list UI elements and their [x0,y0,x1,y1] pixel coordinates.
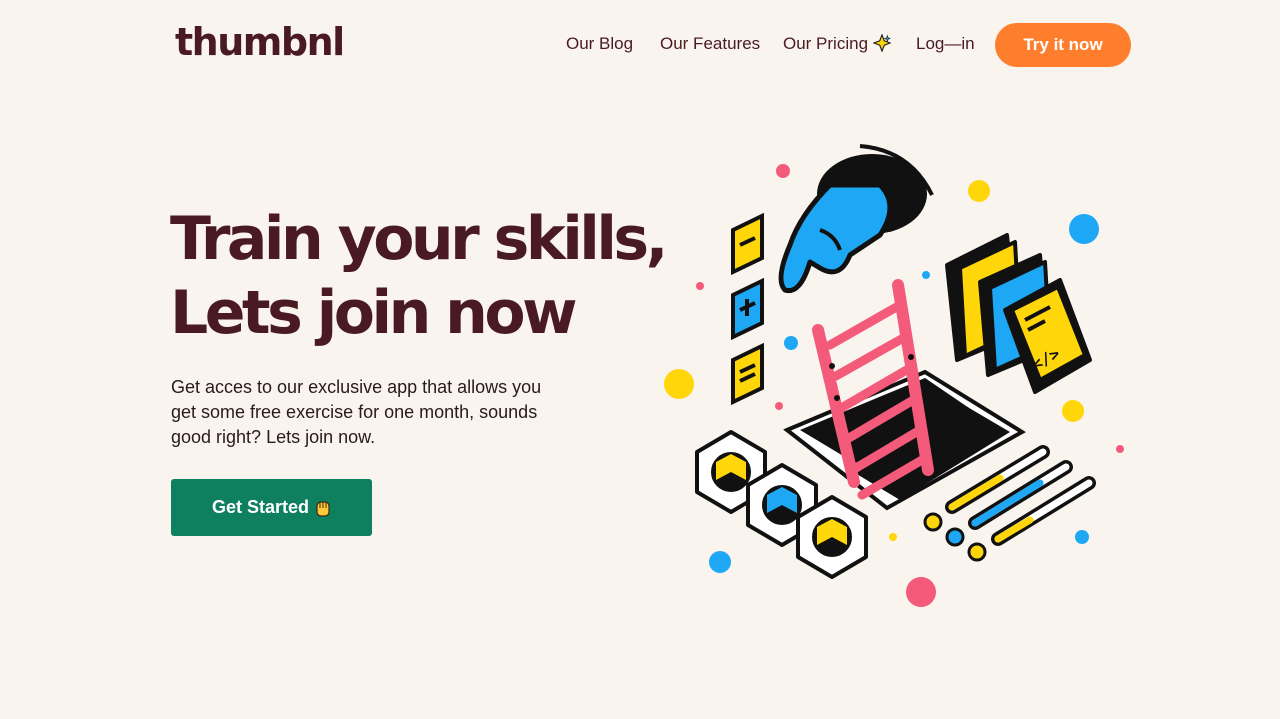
get-started-label: Get Started [211,497,310,517]
hand-icon [316,500,330,517]
hero-headline-line1: Train your skills, [170,204,668,274]
calculator-keys-icon [731,212,764,406]
hero-headline-line2: Lets join now [170,278,578,348]
brand-logo[interactable]: thumbnl [175,20,345,64]
hero-headline: Train your skills, Lets join now [170,202,668,350]
nav-item-features[interactable]: Our Features [660,34,760,54]
code-files-icon: </> [945,233,1092,394]
nav-item-pricing-label: Our Pricing [783,34,869,53]
sparkle-icon [872,33,892,53]
nav-item-blog[interactable]: Our Blog [566,34,633,54]
pointing-hand-icon [778,144,934,294]
nav-item-pricing[interactable]: Our Pricing [783,33,892,54]
try-it-now-button[interactable]: Try it now [995,23,1131,67]
hero-illustration: </> [664,144,1124,607]
nav-item-login[interactable]: Log—in [916,34,975,54]
hero-subtitle: Get acces to our exclusive app that allo… [171,377,542,447]
get-started-button[interactable]: Get Started [171,479,372,536]
